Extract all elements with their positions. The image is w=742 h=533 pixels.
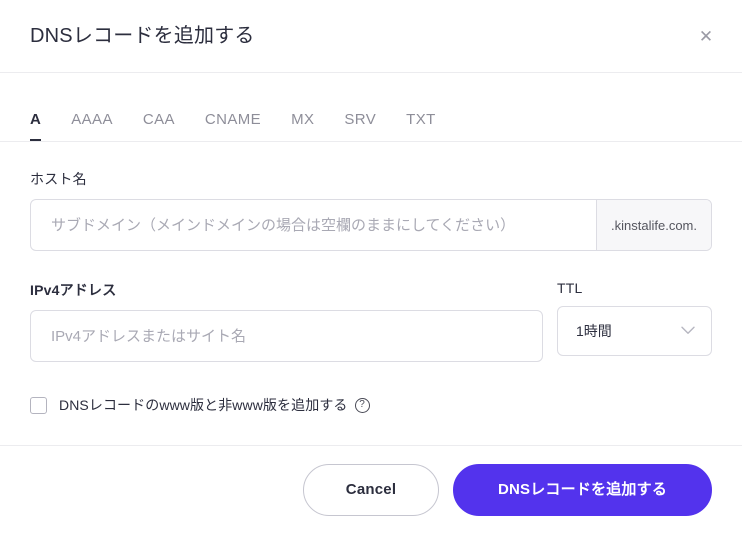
tab-srv[interactable]: SRV: [344, 111, 376, 141]
add-dns-record-dialog: DNSレコードを追加する ✕ A AAAA CAA CNAME MX SRV T…: [0, 0, 742, 533]
help-icon[interactable]: ?: [354, 397, 370, 413]
ipv4-label: IPv4アドレス: [30, 282, 117, 298]
dialog-body: ホスト名 .kinstalife.com. IPv4アドレス TTL 1時間: [0, 142, 742, 445]
www-variant-label: DNSレコードのwww版と非www版を追加する: [59, 397, 348, 413]
dialog-footer: Cancel DNSレコードを追加する: [0, 445, 742, 533]
tab-txt[interactable]: TXT: [406, 111, 436, 141]
hostname-field-group: .kinstalife.com.: [30, 199, 712, 251]
chevron-down-icon: [681, 326, 695, 335]
ttl-selected-value: 1時間: [576, 323, 612, 339]
tab-a[interactable]: A: [30, 111, 42, 141]
hostname-label: ホスト名: [30, 171, 87, 187]
hostname-domain-suffix: .kinstalife.com.: [596, 200, 711, 250]
ttl-select[interactable]: 1時間: [557, 306, 712, 356]
close-icon[interactable]: ✕: [692, 22, 720, 50]
tab-cname[interactable]: CNAME: [205, 111, 261, 141]
dialog-title: DNSレコードを追加する: [30, 25, 255, 47]
www-variant-checkbox[interactable]: [30, 396, 47, 414]
record-type-tabs: A AAAA CAA CNAME MX SRV TXT: [0, 73, 742, 142]
hostname-input[interactable]: [31, 200, 597, 250]
ttl-field-group: TTL 1時間: [557, 280, 712, 356]
dialog-header: DNSレコードを追加する ✕: [0, 0, 742, 73]
ipv4-field-group: IPv4アドレス: [30, 280, 543, 362]
cancel-button[interactable]: Cancel: [303, 463, 439, 516]
ipv4-ttl-row: IPv4アドレス TTL 1時間: [30, 280, 712, 362]
tab-mx[interactable]: MX: [291, 111, 314, 141]
ipv4-input[interactable]: [30, 310, 543, 362]
www-variant-row: DNSレコードのwww版と非www版を追加する ?: [30, 395, 712, 415]
add-dns-record-button[interactable]: DNSレコードを追加する: [453, 463, 712, 516]
tab-caa[interactable]: CAA: [143, 111, 175, 141]
ttl-label: TTL: [557, 280, 583, 296]
tab-aaaa[interactable]: AAAA: [71, 111, 113, 141]
